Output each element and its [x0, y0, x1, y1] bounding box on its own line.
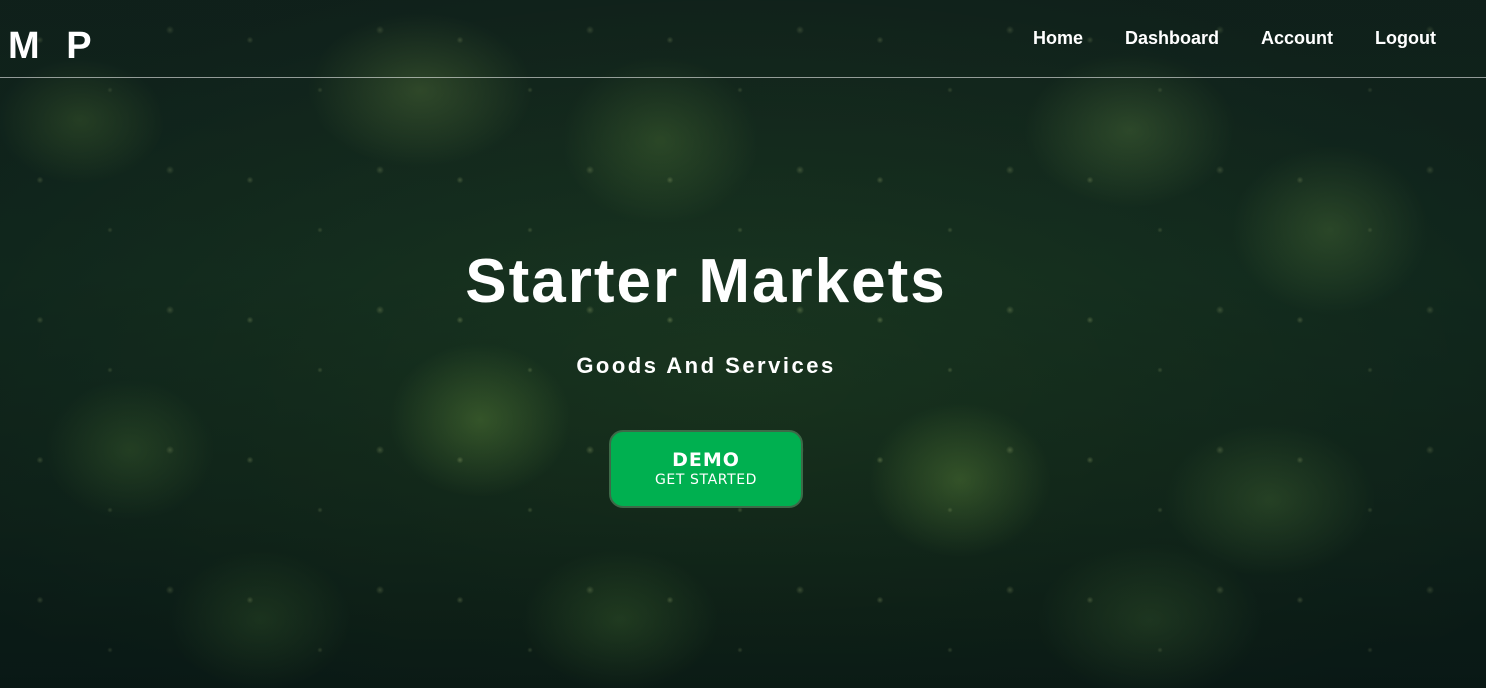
demo-get-started-button[interactable]: DEMO GET STARTED: [609, 430, 803, 508]
nav-link-dashboard[interactable]: Dashboard: [1125, 26, 1219, 50]
hero-section: M P Home Dashboard Account Logout Starte…: [0, 0, 1486, 688]
hero-title: Starter Markets: [465, 247, 947, 316]
nav-link-account[interactable]: Account: [1261, 26, 1333, 50]
cta-main-label: DEMO: [672, 449, 740, 471]
brand-logo[interactable]: M P: [8, 24, 100, 68]
hero-subtitle: Goods And Services: [576, 353, 836, 378]
nav-menu: Home Dashboard Account Logout: [1033, 26, 1436, 50]
top-navbar: M P Home Dashboard Account Logout: [0, 0, 1486, 78]
nav-link-logout[interactable]: Logout: [1375, 26, 1436, 50]
cta-sub-label: GET STARTED: [654, 472, 758, 488]
nav-link-home[interactable]: Home: [1033, 26, 1083, 50]
hero-overlay: [0, 0, 1486, 688]
